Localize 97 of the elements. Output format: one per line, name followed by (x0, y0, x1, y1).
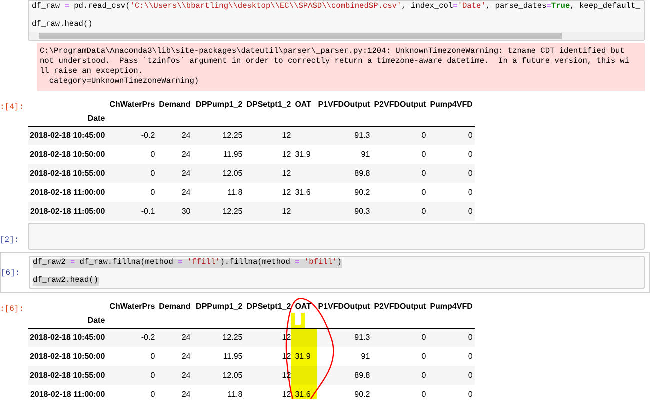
row-index: 2018-02-18 10:50:00 (30, 150, 106, 158)
table-cell: 24 (182, 188, 191, 196)
input-prompt: [6]: (1, 269, 20, 278)
table-cell: 91.3 (354, 332, 370, 342)
row-index: 2018-02-18 11:05:00 (30, 206, 106, 216)
table-cell: 0 (468, 130, 473, 140)
table-cell: 0 (150, 390, 156, 398)
table-cell: 12 (282, 168, 292, 178)
table-cell: 24 (182, 390, 191, 398)
table-cell: 24 (182, 168, 191, 178)
input-prompt: [2]: (0, 236, 20, 245)
table-cell: 0 (422, 188, 426, 196)
column-header: Demand (159, 100, 191, 108)
table-cell: 90.2 (354, 390, 370, 398)
table-cell: 90.2 (354, 188, 370, 196)
column-header: ChWaterPrs (110, 100, 156, 108)
table-cell: 24 (182, 370, 191, 380)
table-cell: 91 (361, 150, 370, 158)
column-header: P2VFDOutput (374, 302, 426, 310)
column-header: Pump4VFD (430, 302, 473, 310)
table-cell: 0 (468, 206, 473, 216)
table-cell: 24 (182, 352, 191, 360)
table-cell: 0 (468, 168, 473, 178)
table-cell: 0 (150, 150, 156, 158)
table-cell: 12 (282, 150, 292, 158)
row-index: 2018-02-18 10:55:00 (30, 168, 106, 178)
index-header: Date (88, 114, 106, 123)
table-cell: -0.1 (141, 206, 156, 216)
table-cell: 12 (282, 188, 292, 196)
row-index: 2018-02-18 10:55:00 (30, 370, 106, 380)
column-header: P1VFDOutput (318, 100, 370, 108)
horizontal-scrollbar[interactable] (29, 32, 644, 40)
table-cell: -0.2 (141, 130, 156, 140)
table-cell: -0.2 (141, 332, 156, 342)
column-header: Pump4VFD (430, 100, 473, 108)
code-cell[interactable] (28, 223, 645, 250)
table-cell: 0 (468, 352, 473, 360)
table-cell: 12.25 (222, 332, 243, 342)
table-cell: 90.3 (354, 206, 370, 216)
row-index: 2018-02-18 10:45:00 (30, 332, 106, 342)
column-header: ChWaterPrs (110, 302, 156, 310)
table-cell: 12.05 (222, 370, 243, 380)
table-cell: 30 (182, 206, 191, 216)
row-index: 2018-02-18 11:00:00 (30, 390, 106, 398)
table-cell: 12.25 (222, 130, 243, 140)
table-cell: 0 (468, 332, 473, 342)
table-cell: 0 (150, 370, 156, 380)
column-header: P2VFDOutput (374, 100, 426, 108)
column-header: DPSetpt1_2 (246, 302, 292, 310)
row-index: 2018-02-18 11:00:00 (30, 188, 106, 196)
table-cell: 0 (150, 168, 156, 178)
table-cell: 12.25 (222, 206, 243, 216)
table-cell: 11.95 (223, 150, 243, 158)
table-cell: 12 (282, 130, 292, 140)
table-cell: 89.8 (354, 168, 370, 178)
column-header: DPPump1_2 (196, 302, 243, 310)
table-cell: 0 (468, 188, 473, 196)
table-cell: 12 (282, 206, 292, 216)
output-prompt: :[6]: (0, 305, 24, 314)
table-cell: 0 (422, 352, 426, 360)
table-cell: 0 (422, 370, 426, 380)
table-cell: 0 (422, 332, 426, 342)
table-cell: 0 (468, 370, 473, 380)
column-header: OAT (295, 100, 312, 108)
table-cell: 11.8 (228, 188, 243, 196)
table-cell: 12 (282, 390, 292, 398)
table-cell: 24 (182, 332, 191, 342)
table-cell: 31.9 (295, 150, 311, 158)
row-index: 2018-02-18 10:45:00 (30, 130, 106, 140)
table-cell: 0 (150, 188, 156, 196)
column-header: DPSetpt1_2 (246, 100, 292, 108)
index-header: Date (88, 316, 106, 325)
table-cell: 91 (361, 352, 370, 360)
output-prompt: :[4]: (0, 103, 24, 112)
column-header: DPPump1_2 (196, 100, 243, 108)
table-cell: 0 (468, 150, 473, 158)
table-cell: 0 (422, 150, 426, 158)
table-cell: 31.9 (295, 352, 311, 360)
table-cell: 0 (422, 390, 426, 398)
table-cell: 89.8 (354, 370, 370, 380)
column-header: P1VFDOutput (318, 302, 370, 310)
table-cell: 11.8 (228, 390, 243, 398)
table-cell: 11.95 (223, 352, 243, 360)
column-header: Demand (159, 302, 191, 310)
table-cell: 31.6 (295, 390, 311, 398)
table-cell: 0 (422, 206, 426, 216)
column-header: OAT (295, 302, 312, 310)
table-cell: 12.05 (222, 168, 243, 178)
table-cell: 0 (468, 390, 473, 398)
table-cell: 91.3 (354, 130, 370, 140)
table-cell: 0 (422, 168, 426, 178)
table-cell: 24 (182, 150, 191, 158)
table-cell: 0 (150, 352, 156, 360)
table-cell: 31.6 (295, 188, 311, 196)
table-cell: 24 (182, 130, 191, 140)
row-index: 2018-02-18 10:50:00 (30, 352, 106, 360)
table-cell: 0 (422, 130, 426, 140)
